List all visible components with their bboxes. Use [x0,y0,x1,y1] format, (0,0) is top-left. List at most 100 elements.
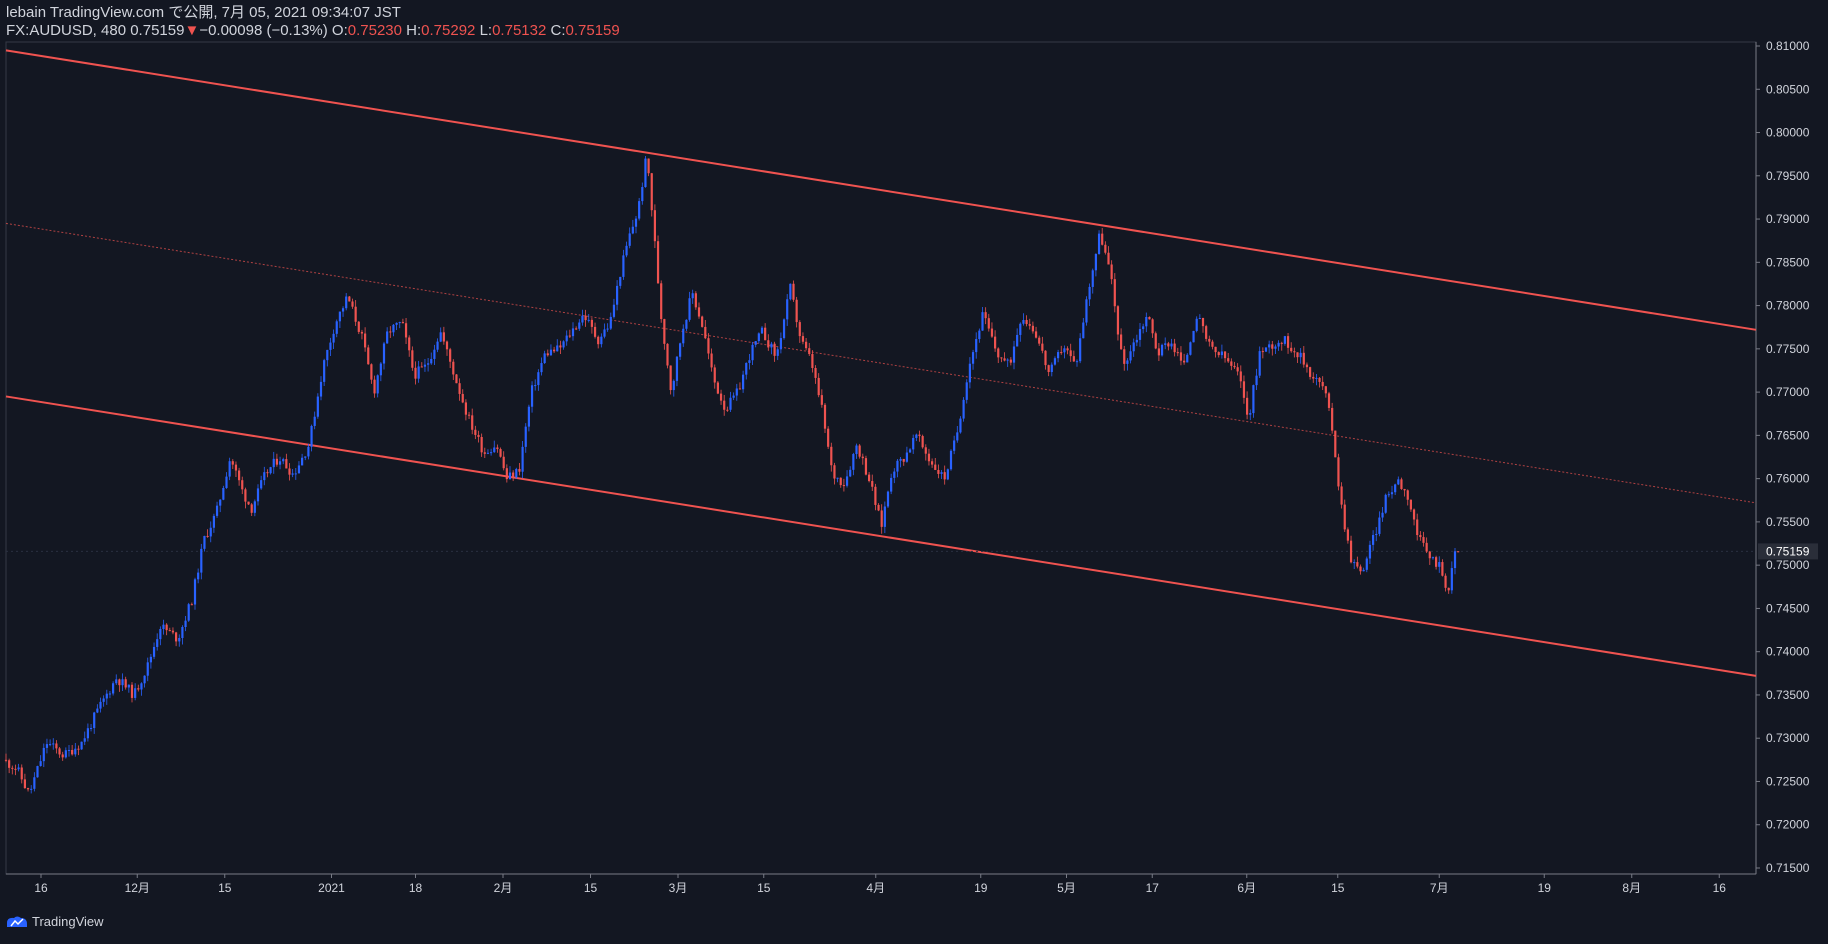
candle-body [250,504,253,513]
candle-body [1261,351,1264,353]
candle-body [679,343,682,357]
price-chart[interactable]: 0.81000 0.80500 0.80000 0.79500 0.79000 0.785… [0,0,1828,939]
candle [52,738,55,750]
candle [398,321,401,329]
candle [748,353,751,370]
y-tick-label: 0.78000 [1766,299,1810,313]
candle-body [798,322,801,337]
candle [1220,344,1223,359]
candle-body [990,328,994,337]
candle [902,458,905,466]
candle [256,484,260,506]
candle-body [395,322,398,325]
candle-body [653,210,656,242]
candle [842,478,845,492]
x-tick-label: 8月 [1622,881,1641,895]
candle [864,455,868,476]
candle-body [1101,233,1104,245]
candle [622,249,625,280]
candle-body [830,446,833,466]
candle-body [1198,317,1201,319]
candle [959,416,962,434]
candle-body [165,624,168,631]
candle [1416,513,1419,541]
candle-body [282,459,285,462]
candle-body [30,788,33,790]
candle [893,468,896,484]
candle [152,642,156,660]
candle-body [713,367,716,383]
candle [871,474,874,491]
candle [1148,316,1151,320]
candle [1337,453,1340,491]
candle-body [414,367,417,379]
candle [921,434,924,449]
candle-body [222,487,225,500]
candle-body [93,712,96,728]
candle-body [291,473,294,475]
candle-body [219,499,222,506]
candle [546,349,549,357]
candle [39,755,42,767]
candle [1189,341,1192,356]
candle [382,341,386,370]
candle [231,459,234,470]
candle [61,751,64,761]
candle [1236,363,1239,376]
channel-upper-line[interactable] [5,49,1757,331]
candle [764,323,767,341]
candle-body [433,349,436,359]
candle-body [364,333,367,348]
candle [650,172,653,217]
candle-body [272,458,275,468]
plot-frame [5,41,1757,875]
candle [886,490,890,508]
candle-body [1097,233,1101,254]
candle [701,315,704,328]
candle [820,389,823,408]
candle-body [1069,350,1072,357]
candle-body [1387,494,1390,496]
y-tick-label: 0.73000 [1766,731,1810,745]
candle [1249,409,1252,421]
channel-mid-line[interactable] [5,222,1757,504]
candle [1290,342,1293,353]
x-tick-label: 16 [1713,881,1727,895]
candle [427,357,430,372]
candle [313,411,316,430]
channel-lower-line[interactable] [5,395,1757,677]
candle [1164,337,1167,350]
candle-body [701,316,704,327]
candle [149,654,152,669]
candle-body [959,418,962,433]
candle [1261,347,1264,359]
candle [392,324,395,337]
candle [219,499,222,513]
candle [238,467,241,486]
candle-body [112,683,115,694]
candle [742,370,745,393]
candle-body [1400,479,1403,489]
candle [679,342,682,361]
x-tick-label: 6月 [1237,881,1256,895]
candle [193,577,197,610]
candle-body [745,362,748,375]
candle-body [735,388,738,396]
candle-body [534,385,537,387]
candle-body [1000,357,1003,359]
candle [1340,482,1343,509]
candle-body [379,363,382,376]
candle [990,322,994,338]
chart-area[interactable]: 0.81000 0.80500 0.80000 0.79500 0.79000 0.785… [0,0,1828,939]
candle [1211,339,1214,350]
candle-body [644,158,647,188]
candle-body [1397,479,1400,485]
candle-body [1208,338,1211,342]
candle [266,469,269,478]
candle-body [1309,367,1312,377]
candle [433,344,436,365]
candle-body [1334,430,1337,458]
candle-body [877,504,880,511]
candle-body [553,349,556,352]
candle-body [789,283,792,300]
